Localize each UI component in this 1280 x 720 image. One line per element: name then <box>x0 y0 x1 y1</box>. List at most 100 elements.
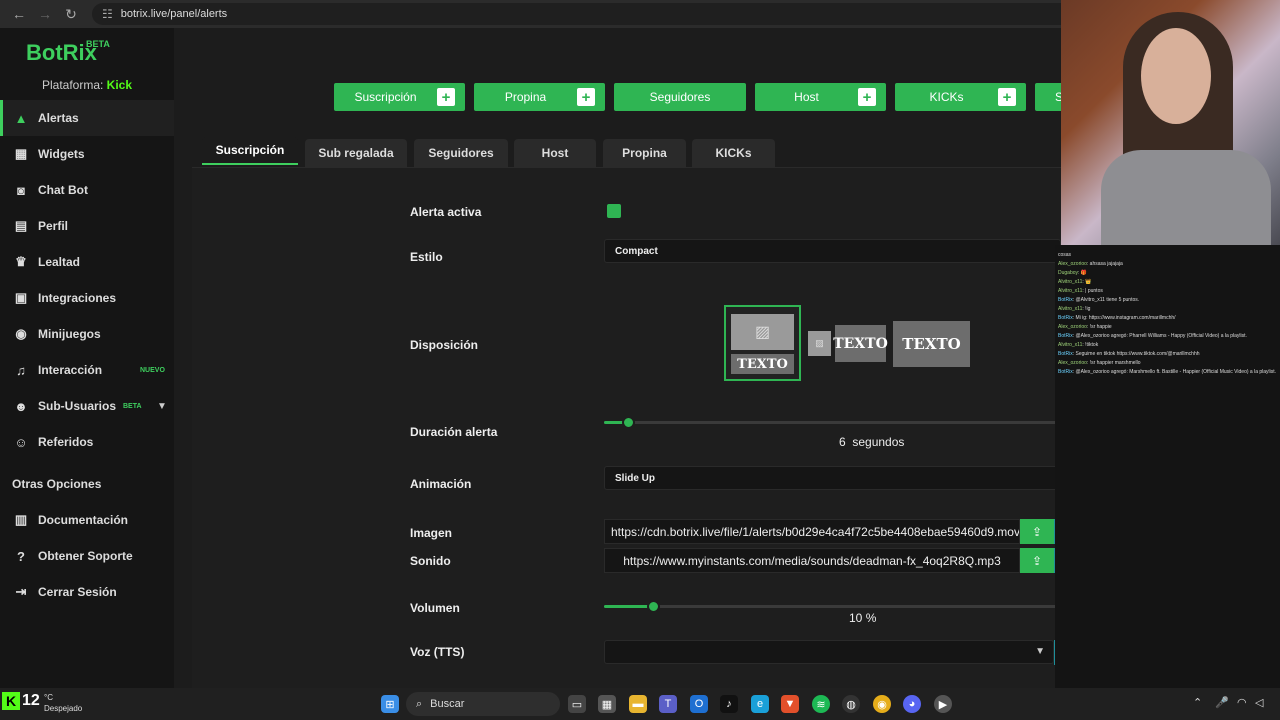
plus-icon: + <box>998 88 1016 106</box>
sidebar-item-lealtad[interactable]: ♛ Lealtad <box>0 244 174 280</box>
discord-icon[interactable]: ◕ <box>903 695 921 713</box>
chat-message: BotRix: @Alex_ozorioo agregó: Marshmello… <box>1058 368 1277 377</box>
tab-suscripcion[interactable]: Suscripción <box>202 137 298 165</box>
file-explorer-icon[interactable]: ▬ <box>629 695 647 713</box>
sidebar-item-alertas[interactable]: ▲ Alertas <box>0 100 174 136</box>
tab-host[interactable]: Host <box>514 139 596 167</box>
spotify-icon[interactable]: ≋ <box>812 695 830 713</box>
duration-slider-thumb[interactable] <box>622 416 635 429</box>
upload-icon: ⇪ <box>1031 553 1043 568</box>
chat-text: cosas <box>1058 252 1072 258</box>
duration-slider[interactable] <box>604 416 1089 429</box>
volume-slider-fill <box>604 605 653 608</box>
forward-icon[interactable]: → <box>34 3 56 25</box>
sidebar-item-interaccion[interactable]: ♫ Interacción NUEVO <box>0 352 174 388</box>
chat-message: Alex_ozorioo: !sr happier marshmello <box>1058 359 1277 368</box>
volume-icon[interactable]: ◁ <box>1255 696 1263 709</box>
alert-active-checkbox[interactable] <box>607 204 621 218</box>
chat-username: Dugaboy <box>1058 270 1079 276</box>
sound-upload-button[interactable]: ⇪ <box>1020 548 1054 573</box>
weather-widget[interactable]: K 12 <box>2 692 40 710</box>
chat-message: Alvitro_x11: 👑 <box>1058 278 1277 287</box>
image-placeholder-icon: ▨ <box>731 314 794 350</box>
tab-seguidores[interactable]: Seguidores <box>414 139 508 167</box>
sidebar-item-widgets[interactable]: ▦ Widgets <box>0 136 174 172</box>
chrome-icon[interactable]: ◉ <box>873 695 891 713</box>
sidebar-item-cerrar-sesion[interactable]: ⇥ Cerrar Sesión <box>0 574 174 610</box>
chat-username: Alex_ozorioo <box>1058 360 1087 366</box>
sidebar-item-chat-bot[interactable]: ◙ Chat Bot <box>0 172 174 208</box>
grid-icon: ▦ <box>14 146 28 161</box>
edge-icon[interactable]: e <box>751 695 769 713</box>
add-kicks-button[interactable]: KICKs + <box>895 83 1026 111</box>
outlook-icon[interactable]: O <box>690 695 708 713</box>
temperature: 12 <box>22 692 40 709</box>
sidebar-item-referidos[interactable]: ☺ Referidos <box>0 424 174 460</box>
back-icon[interactable]: ← <box>8 3 30 25</box>
sound-url-field[interactable]: https://www.myinstants.com/media/sounds/… <box>604 548 1020 573</box>
teams-icon[interactable]: T <box>659 695 677 713</box>
windows-start-icon[interactable]: ⊞ <box>381 695 399 713</box>
address-bar[interactable]: ☷ botrix.live/panel/alerts <box>92 3 1142 25</box>
tab-kicks[interactable]: KICKs <box>692 139 775 167</box>
sidebar-item-integraciones[interactable]: ▣ Integraciones <box>0 280 174 316</box>
webcam-body <box>1101 150 1271 245</box>
microphone-icon[interactable]: 🎤 <box>1215 696 1229 709</box>
volume-slider-thumb[interactable] <box>647 600 660 613</box>
chat-text: : Mi ig: https://www.instagram.com/maril… <box>1072 315 1176 321</box>
store-icon[interactable]: ▦ <box>598 695 616 713</box>
animation-select[interactable]: Slide Up ▼ <box>604 466 1090 490</box>
sound-label: Sonido <box>410 554 451 568</box>
layout-option-stacked[interactable]: ▨ TEXTO <box>724 305 801 381</box>
reload-icon[interactable]: ↻ <box>60 3 82 25</box>
kick-logo-icon: K <box>2 692 20 710</box>
sidebar-item-documentacion[interactable]: ▥ Documentación <box>0 502 174 538</box>
taskbar-search[interactable]: ⌕ Buscar <box>406 692 560 716</box>
brave-icon[interactable]: ▼ <box>781 695 799 713</box>
chat-text: : | puntos <box>1082 288 1103 294</box>
add-suscripcion-button[interactable]: Suscripción + <box>334 83 465 111</box>
duration-label: Duración alerta <box>410 425 498 439</box>
add-seguidores-button[interactable]: Seguidores <box>614 83 746 111</box>
chat-message: BotRix: @Alvitro_x11 tiene 5 puntos. <box>1058 296 1277 305</box>
tab-propina[interactable]: Propina <box>603 139 686 167</box>
layout-text-label: TEXTO <box>902 335 961 353</box>
add-more-button[interactable]: S <box>1035 83 1063 111</box>
search-icon: ⌕ <box>416 697 423 710</box>
sidebar-item-label: Chat Bot <box>38 183 88 197</box>
sidebar-item-minijuegos[interactable]: ◉ Minijuegos <box>0 316 174 352</box>
add-host-button[interactable]: Host + <box>755 83 886 111</box>
task-view-icon[interactable]: ▭ <box>568 695 586 713</box>
logo-beta-badge: BETA <box>86 39 110 49</box>
sidebar-item-sub-usuarios[interactable]: ☻ Sub-Usuarios BETA ▼ <box>0 388 174 424</box>
tts-voice-select[interactable]: ▼ <box>604 640 1054 664</box>
volume-slider[interactable] <box>604 600 1089 613</box>
style-select[interactable]: Compact <box>604 239 1061 263</box>
chat-username: BotRix <box>1058 333 1073 339</box>
webcam-face <box>1141 28 1211 124</box>
chevron-down-icon[interactable]: ▼ <box>157 401 167 412</box>
app-icon[interactable]: ◍ <box>842 695 860 713</box>
image-url-field[interactable]: https://cdn.botrix.live/file/1/alerts/b0… <box>604 519 1020 544</box>
sidebar-item-label: Referidos <box>38 435 94 449</box>
tiktok-icon[interactable]: ♪ <box>720 695 738 713</box>
chat-text: : 👑 <box>1082 279 1092 285</box>
chat-message: cosas <box>1058 251 1277 260</box>
sidebar-item-soporte[interactable]: ? Obtener Soporte <box>0 538 174 574</box>
sidebar-item-perfil[interactable]: ▤ Perfil <box>0 208 174 244</box>
wifi-icon[interactable]: ◠ <box>1237 696 1247 709</box>
animation-label: Animación <box>410 477 472 491</box>
doc-icon: ▥ <box>14 512 28 527</box>
puzzle-icon: ▣ <box>14 290 28 305</box>
chat-text: : @Alvitro_x11 tiene 5 puntos. <box>1072 297 1140 303</box>
layout-option-text-only[interactable]: TEXTO <box>893 321 970 367</box>
tab-sub-regalada[interactable]: Sub regalada <box>305 139 407 167</box>
stream-chat-overlay: cosas Alex_ozorioo: ahsasa jajajaja Dugabo… <box>1055 245 1280 688</box>
layout-option-inline[interactable]: ▨ TEXTO <box>808 325 888 362</box>
image-upload-button[interactable]: ⇪ <box>1020 519 1054 544</box>
add-propina-button[interactable]: Propina + <box>474 83 605 111</box>
site-settings-icon[interactable]: ☷ <box>102 7 113 21</box>
tray-chevron-icon[interactable]: ⌃ <box>1193 696 1202 709</box>
volume-label: Volumen <box>410 601 460 615</box>
obs-icon[interactable]: ▶ <box>934 695 952 713</box>
